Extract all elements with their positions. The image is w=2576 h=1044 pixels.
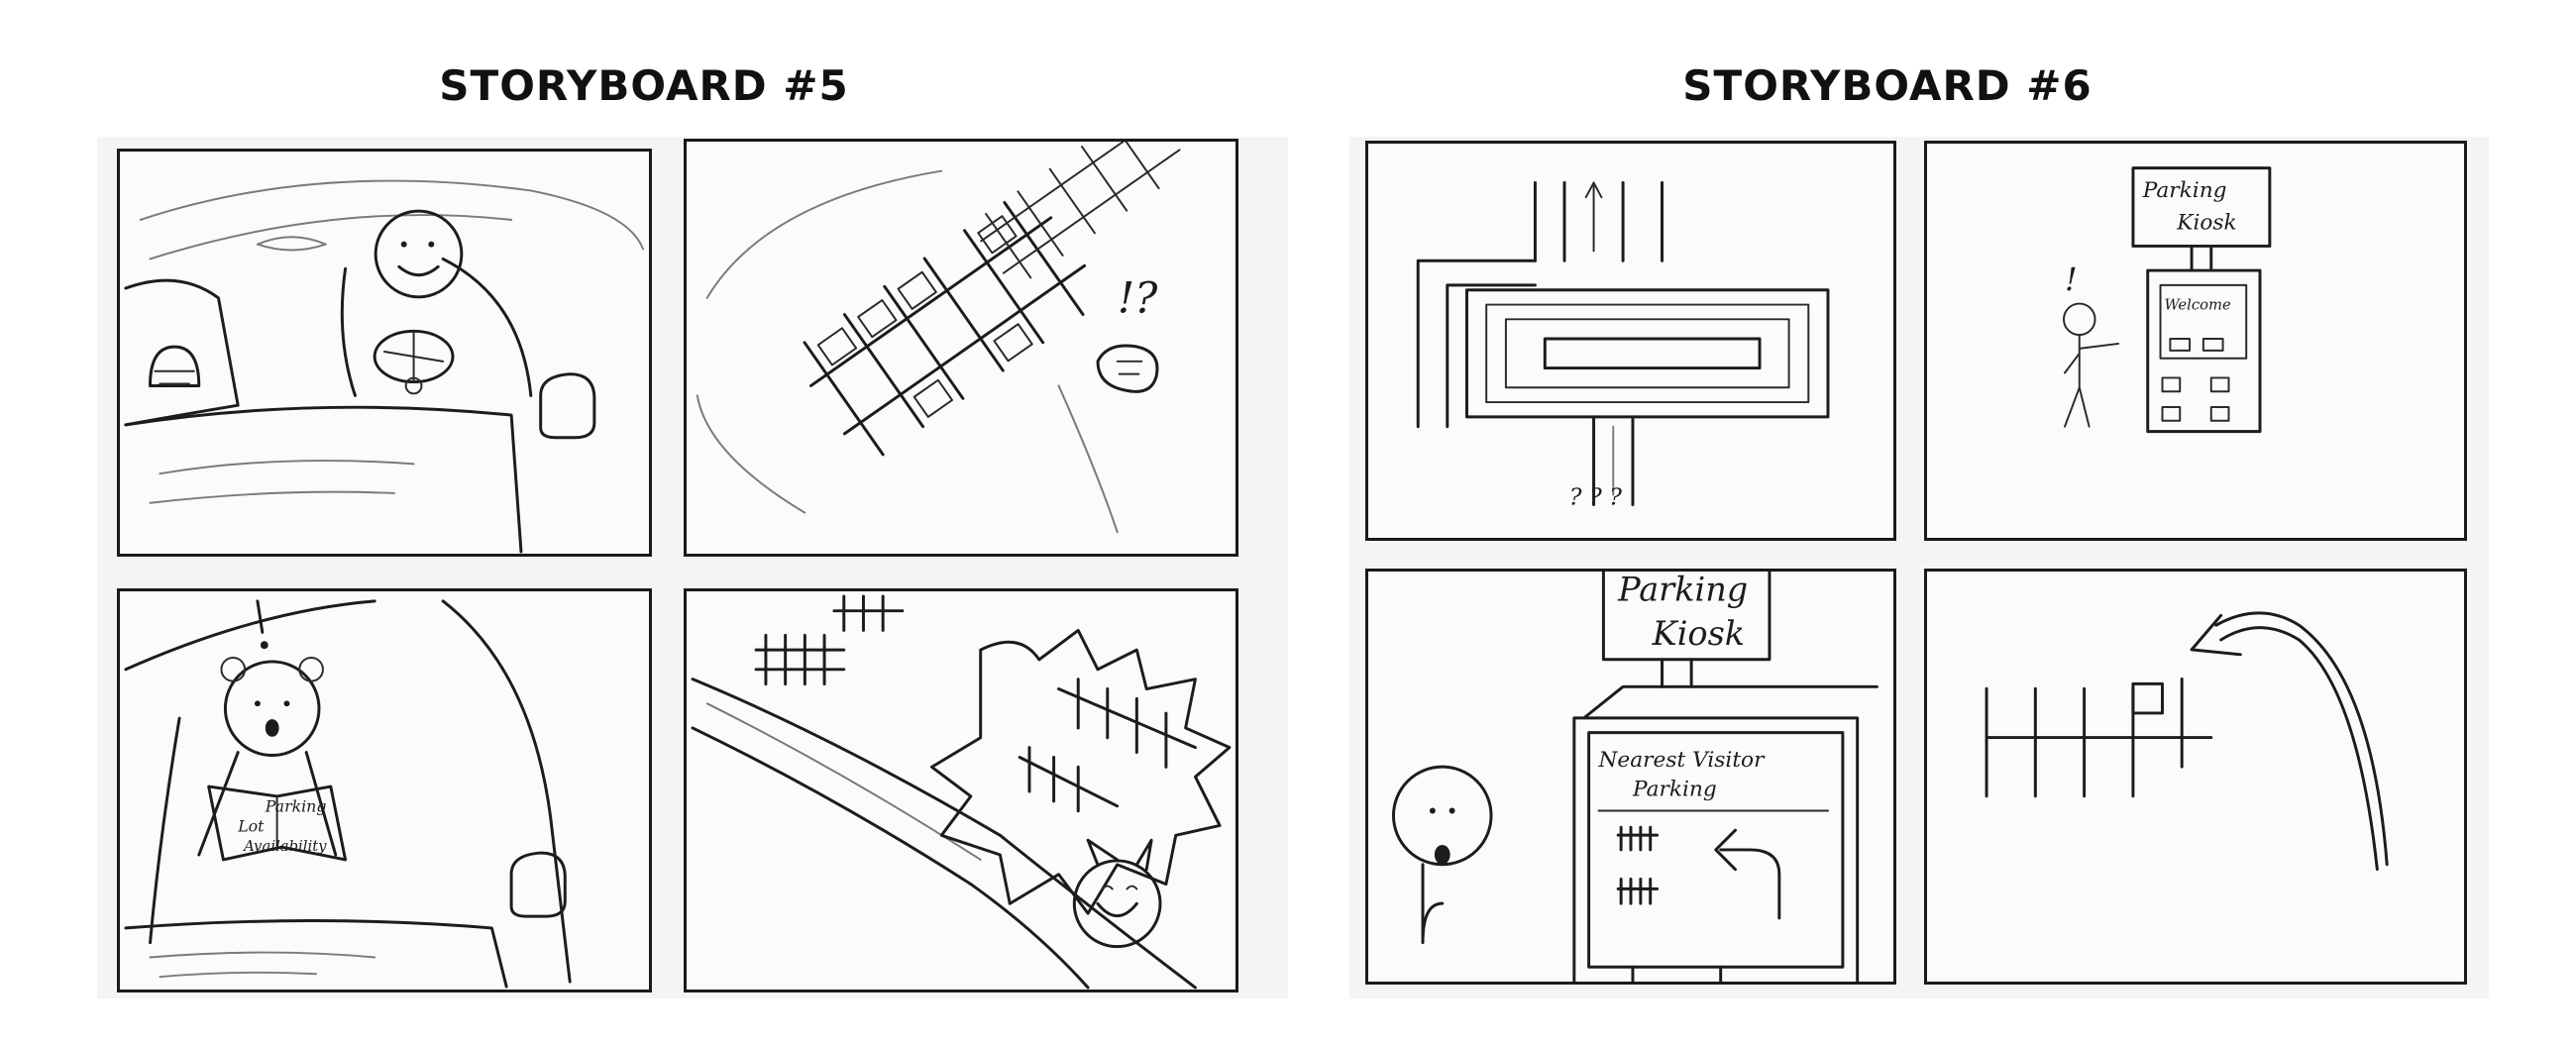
storyboard-5-title: STORYBOARD #5 (439, 61, 849, 110)
screen-title-line-1: Nearest Visitor (1597, 748, 1766, 773)
storyboard-5-panel-2: !? (684, 139, 1238, 557)
confusing-lot-sketch: ? ? ? (1416, 180, 1830, 511)
reading-availability-sketch: Parking Lot Availability (124, 599, 572, 989)
sign-text-line-2: Kiosk (2176, 211, 2236, 236)
storyboard-5-panel-3: Parking Lot Availability (117, 588, 652, 992)
storyboard-6-panel-4 (1924, 569, 2467, 985)
kiosk-sign-line-1: Parking (1617, 572, 1748, 609)
storyboard-6-panel-2: Parking Kiosk Welcome ! (1924, 141, 2467, 541)
storyboard-5-panel-1 (117, 149, 652, 557)
storyboard-6-title: STORYBOARD #6 (1682, 61, 2093, 110)
exclaim-text: !? (1118, 274, 1158, 324)
directions-to-spot-sketch (1985, 611, 2389, 872)
paper-text-line-1: Parking (265, 797, 327, 816)
storyboard-5-panel-4 (684, 588, 1238, 992)
question-marks: ? ? ? (1569, 483, 1622, 511)
sign-text-line-1: Parking (2142, 178, 2227, 203)
paper-text-line-3: Availability (242, 838, 327, 855)
kiosk-sign-line-2: Kiosk (1652, 614, 1745, 653)
storyboard-6-panel-3: Parking Kiosk Nearest Visitor Parking (1365, 569, 1896, 985)
route-to-lot-sketch (691, 594, 1232, 990)
kiosk-screen-text: Welcome (2164, 296, 2231, 313)
driver-in-car-sketch (124, 179, 645, 554)
paper-text-line-2: Lot (237, 816, 265, 835)
exclaim-mark: ! (2065, 262, 2078, 298)
kiosk-closeup-sketch: Parking Kiosk Nearest Visitor Parking (1391, 572, 1878, 982)
screen-title-line-2: Parking (1632, 778, 1717, 802)
parking-lot-overhead-sketch: !? (696, 142, 1181, 534)
kiosk-noticed-sketch: Parking Kiosk Welcome ! (2063, 166, 2272, 434)
storyboard-6-panel-1: ? ? ? (1365, 141, 1896, 541)
